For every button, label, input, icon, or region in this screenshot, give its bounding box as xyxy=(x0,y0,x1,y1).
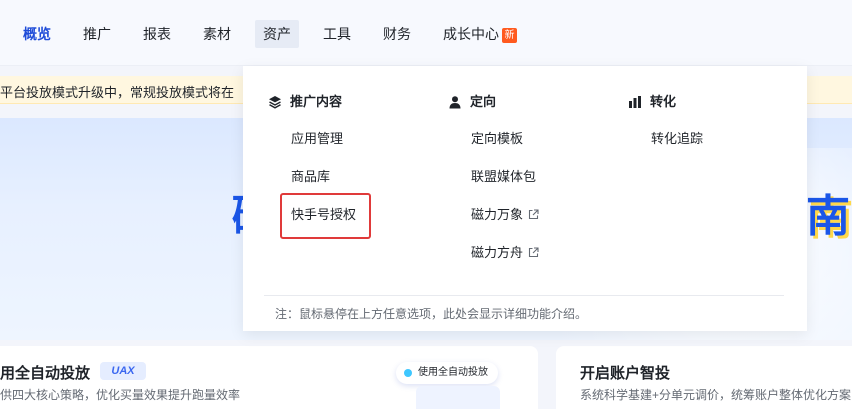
card-title: 开启账户智投 xyxy=(580,365,671,382)
uax-tag: UAX xyxy=(100,362,146,380)
menu-alliance-media-pack[interactable]: 联盟媒体包 xyxy=(471,167,536,187)
nav-reports[interactable]: 报表 xyxy=(135,20,179,48)
nav-assets-material[interactable]: 素材 xyxy=(195,20,239,48)
divider xyxy=(264,295,784,296)
hero-title-right: 南 xyxy=(806,192,850,241)
menu-app-management[interactable]: 应用管理 xyxy=(291,129,343,149)
layers-icon xyxy=(269,96,281,109)
footnote: 注：鼠标悬停在上方任意选项，此处会显示详细功能介绍。 xyxy=(275,307,588,321)
auto-delivery-card[interactable]: 用全自动投放 UAX 供四大核心策略，优化买量效果提升跑量效率 使用全自动投放 xyxy=(0,346,538,409)
person-icon xyxy=(449,96,461,109)
column-header-label: 定向 xyxy=(470,94,497,109)
column-header-label: 转化 xyxy=(650,94,677,109)
nav-growth-center[interactable]: 成长中心新 xyxy=(435,20,525,48)
card-title: 用全自动投放 xyxy=(0,365,91,382)
assets-dropdown: 推广内容 应用管理 商品库 快手号授权 定向 定向模板 联盟媒体包 磁力万象 磁… xyxy=(243,66,807,331)
nav-assets[interactable]: 资产 xyxy=(255,20,299,48)
nav-tools[interactable]: 工具 xyxy=(315,20,359,48)
preview-panel xyxy=(416,386,500,409)
menu-product-library[interactable]: 商品库 xyxy=(291,167,330,187)
card-desc: 系统科学基建+分单元调价，统筹账户整体优化方案 xyxy=(580,388,852,402)
status-dot-icon xyxy=(404,369,412,377)
top-nav: 概览 推广 报表 素材 资产 工具 财务 成长中心新 xyxy=(0,0,852,66)
external-link-icon xyxy=(528,247,539,258)
menu-label: 磁力万象 xyxy=(471,207,524,222)
bar-chart-icon xyxy=(629,96,641,108)
auto-delivery-pill-label: 使用全自动投放 xyxy=(418,367,488,378)
nav-finance[interactable]: 财务 xyxy=(375,20,419,48)
external-link-icon xyxy=(528,209,539,220)
menu-label: 磁力方舟 xyxy=(471,245,524,260)
highlight-box xyxy=(280,193,371,239)
nav-promotion[interactable]: 推广 xyxy=(75,20,119,48)
column-header-label: 推广内容 xyxy=(290,94,343,109)
notice-text: 平台投放模式升级中，常规投放模式将在 xyxy=(0,85,235,100)
smart-account-card[interactable]: 开启账户智投 系统科学基建+分单元调价，统筹账户整体优化方案 xyxy=(556,346,852,409)
auto-delivery-pill[interactable]: 使用全自动投放 xyxy=(396,362,498,384)
menu-cili-fangzhou[interactable]: 磁力方舟 xyxy=(471,243,539,263)
menu-targeting-template[interactable]: 定向模板 xyxy=(471,129,523,149)
nav-overview[interactable]: 概览 xyxy=(15,20,59,48)
menu-cili-wanxiang[interactable]: 磁力万象 xyxy=(471,205,539,225)
new-badge: 新 xyxy=(502,28,517,43)
card-desc: 供四大核心策略，优化买量效果提升跑量效率 xyxy=(0,388,241,402)
nav-growth-center-label: 成长中心 xyxy=(443,26,499,42)
menu-conversion-tracking[interactable]: 转化追踪 xyxy=(651,129,703,149)
